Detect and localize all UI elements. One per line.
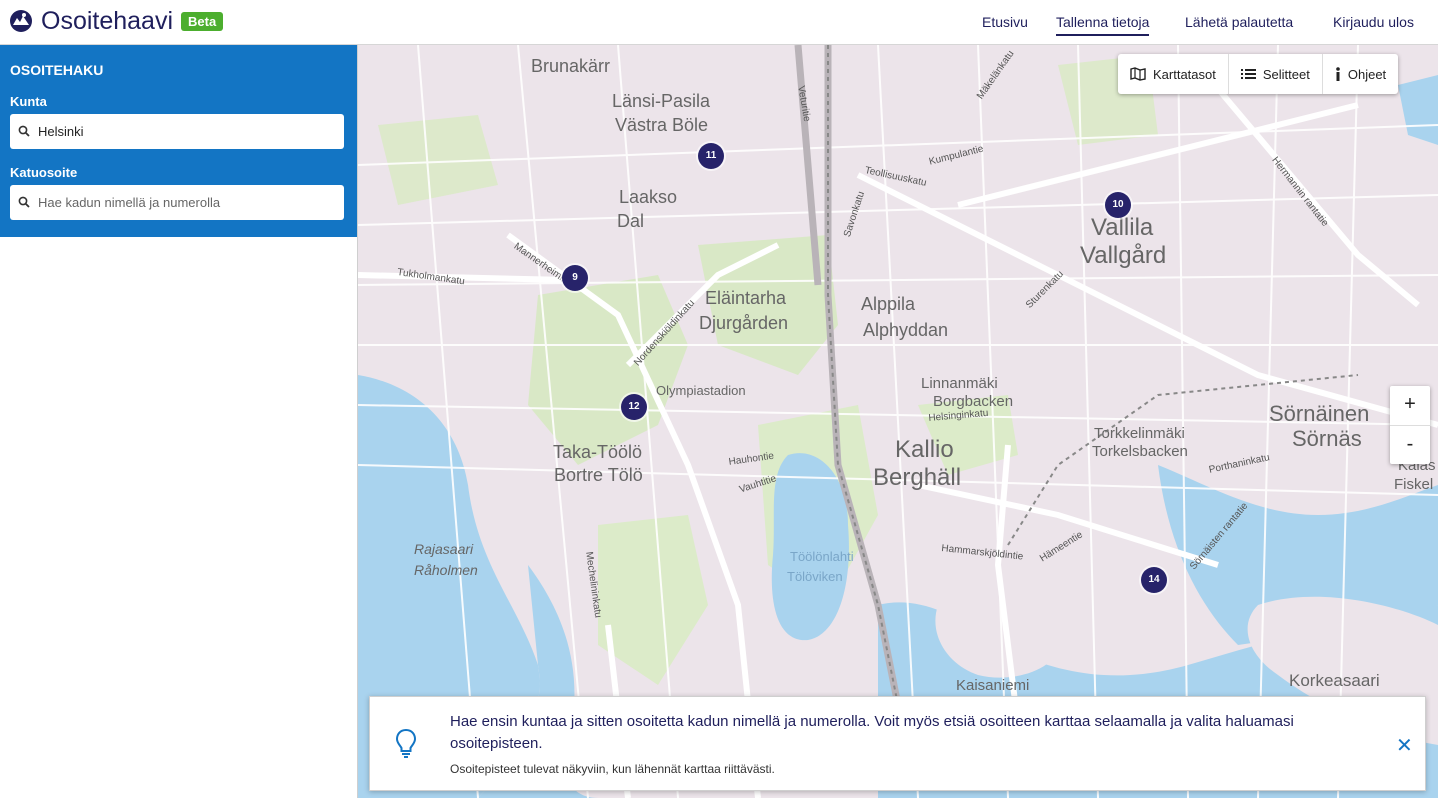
- street-label: Katuosoite: [10, 165, 78, 180]
- address-cluster-marker[interactable]: 12: [621, 394, 647, 420]
- place-label: Alphyddan: [863, 320, 949, 340]
- place-label: Vallgård: [1080, 242, 1167, 269]
- place-label: Alppila: [861, 294, 916, 314]
- water-label: Tölöviken: [787, 569, 843, 584]
- info-icon: [1336, 67, 1340, 81]
- map-toolbar: Karttatasot Selitteet Ohjeet: [1118, 54, 1399, 94]
- address-cluster-marker[interactable]: 10: [1105, 192, 1131, 218]
- place-label: Torkkelinmäki: [1094, 425, 1185, 442]
- logo-icon: [10, 10, 32, 32]
- municipality-label: Kunta: [10, 94, 47, 109]
- place-label: Vallila: [1091, 214, 1154, 241]
- legend-label: Selitteet: [1262, 66, 1310, 82]
- lightbulb-icon: [395, 728, 417, 758]
- street-address-input[interactable]: Hae kadun nimellä ja numerolla: [10, 185, 344, 220]
- street-placeholder: Hae kadun nimellä ja numerolla: [38, 195, 221, 210]
- place-label: Olympiastadion: [656, 383, 746, 398]
- place-label: Torkelsbacken: [1092, 443, 1188, 460]
- zoom-in-button[interactable]: +: [1390, 386, 1430, 426]
- place-label: Rajasaari: [414, 541, 474, 557]
- info-main-text: Hae ensin kuntaa ja sitten osoitetta kad…: [450, 713, 1294, 752]
- place-label: Kaisaniemi: [956, 677, 1030, 694]
- water-label: Töölönlahti: [790, 549, 854, 564]
- list-icon: [1240, 69, 1256, 79]
- place-label: Länsi-Pasila: [612, 91, 711, 111]
- place-label: Djurgården: [699, 313, 789, 333]
- nav-home[interactable]: Etusivu: [982, 14, 1028, 30]
- address-search-panel: OSOITEHAKU Kunta Helsinki Katuosoite Hae…: [0, 45, 357, 237]
- address-cluster-marker[interactable]: 14: [1141, 567, 1167, 593]
- search-icon: [18, 196, 30, 208]
- nav-save-data[interactable]: Tallenna tietoja: [1056, 14, 1150, 36]
- nav-logout[interactable]: Kirjaudu ulos: [1333, 14, 1414, 30]
- close-icon[interactable]: ✕: [1396, 733, 1413, 758]
- place-label: Bortre Tölö: [554, 465, 643, 485]
- place-label: Taka-Töölö: [553, 442, 643, 462]
- municipality-input[interactable]: Helsinki: [10, 114, 344, 149]
- place-label: Linnanmäki: [921, 375, 998, 392]
- municipality-value: Helsinki: [38, 124, 84, 139]
- place-label: Råholmen: [414, 562, 478, 578]
- map-layers-button[interactable]: Karttatasot: [1118, 54, 1229, 94]
- place-label: Berghäll: [873, 464, 962, 491]
- beta-badge: Beta: [181, 12, 224, 31]
- place-label: Korkeasaari: [1289, 671, 1380, 690]
- map-layers-label: Karttatasot: [1153, 66, 1216, 82]
- info-notification: Hae ensin kuntaa ja sitten osoitetta kad…: [369, 696, 1426, 791]
- place-label: Fiskel: [1394, 476, 1434, 493]
- zoom-out-button[interactable]: -: [1390, 426, 1430, 465]
- address-cluster-marker[interactable]: 11: [698, 143, 724, 169]
- map-view[interactable]: Brunakärr Länsi-Pasila Västra Böle Laaks…: [358, 45, 1438, 798]
- address-cluster-marker[interactable]: 9: [562, 265, 588, 291]
- info-sub-text: Osoitepisteet tulevat näkyviin, kun lähe…: [450, 762, 775, 776]
- place-label: Västra Böle: [615, 115, 709, 135]
- place-label: Sörnäs: [1292, 426, 1362, 451]
- place-label: Kallio: [895, 436, 954, 463]
- place-label: Laakso: [619, 187, 678, 207]
- place-label: Sörnäinen: [1269, 401, 1370, 426]
- app-header: Osoitehaavi Beta Etusivu Tallenna tietoj…: [0, 0, 1438, 45]
- brand-name[interactable]: Osoitehaavi: [41, 7, 173, 36]
- panel-title: OSOITEHAKU: [10, 62, 104, 78]
- zoom-control: + -: [1390, 386, 1430, 464]
- help-button[interactable]: Ohjeet: [1323, 54, 1398, 94]
- place-label: Eläintarha: [705, 288, 787, 308]
- place-label: Brunakärr: [531, 56, 611, 76]
- map-icon: [1130, 67, 1146, 81]
- place-label: Dal: [617, 211, 645, 231]
- nav-send-feedback[interactable]: Lähetä palautetta: [1185, 14, 1293, 30]
- legend-button[interactable]: Selitteet: [1229, 54, 1323, 94]
- sidebar: OSOITEHAKU Kunta Helsinki Katuosoite Hae…: [0, 45, 358, 798]
- help-label: Ohjeet: [1347, 66, 1387, 82]
- search-icon: [18, 125, 30, 137]
